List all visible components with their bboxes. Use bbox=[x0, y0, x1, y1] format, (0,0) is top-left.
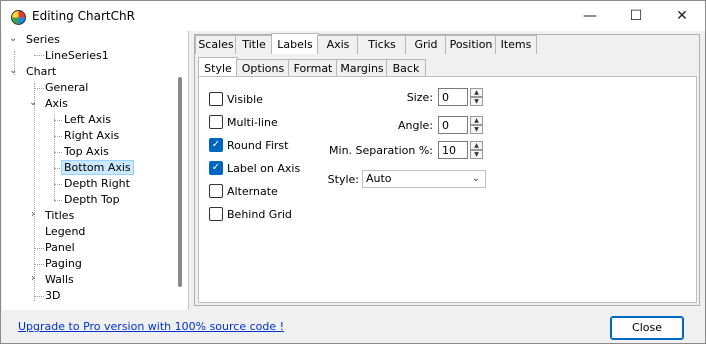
tree-item-walls[interactable]: Walls bbox=[45, 272, 74, 288]
multiline-label: Multi-line bbox=[227, 115, 278, 129]
tree-item-paging[interactable]: Paging bbox=[45, 256, 82, 272]
tree-item-top-axis[interactable]: Top Axis bbox=[64, 144, 109, 160]
tab-position[interactable]: Position bbox=[445, 35, 497, 54]
spin-down-icon: ▼ bbox=[470, 125, 483, 134]
checkbox-unchecked-icon bbox=[209, 184, 223, 198]
checkbox-unchecked-icon bbox=[209, 115, 223, 129]
round-first-label: Round First bbox=[227, 138, 289, 152]
spin-up-icon: ▲ bbox=[470, 116, 483, 125]
tab-labels[interactable]: Labels bbox=[271, 33, 319, 54]
spin-down-icon: ▼ bbox=[470, 150, 483, 159]
min-separation-input[interactable]: 10 bbox=[438, 141, 468, 159]
round-first-checkbox[interactable]: ✓ Round First bbox=[209, 138, 288, 152]
size-label: Size: bbox=[406, 91, 433, 104]
visible-checkbox[interactable]: Visible bbox=[209, 92, 263, 106]
tree-item-axis[interactable]: Axis bbox=[45, 96, 68, 112]
behind-grid-label: Behind Grid bbox=[227, 207, 292, 221]
spin-up-icon: ▲ bbox=[470, 141, 483, 150]
tree-item-general[interactable]: General bbox=[45, 80, 88, 96]
checkmark-icon: ✓ bbox=[209, 138, 223, 152]
angle-spinner[interactable]: ▲ ▼ bbox=[470, 116, 483, 134]
maximize-button[interactable]: ☐ bbox=[613, 1, 659, 31]
close-button[interactable]: Close bbox=[610, 316, 684, 340]
chart-app-icon bbox=[11, 10, 26, 25]
checkbox-unchecked-icon bbox=[209, 92, 223, 106]
spin-down-icon: ▼ bbox=[470, 97, 483, 106]
chevron-down-icon: ⌄ bbox=[471, 173, 480, 184]
angle-input[interactable]: 0 bbox=[438, 116, 468, 134]
label-on-axis-checkbox[interactable]: ✓ Label on Axis bbox=[209, 161, 300, 175]
spin-up-icon: ▲ bbox=[470, 88, 483, 97]
title-bar: Editing ChartChR — ☐ ✕ bbox=[1, 1, 705, 31]
tree-item-bottom-axis[interactable]: Bottom Axis bbox=[61, 160, 134, 176]
style-page: Visible Multi-line ✓ Round First ✓ Label… bbox=[198, 76, 697, 303]
min-separation-spinner[interactable]: ▲ ▼ bbox=[470, 141, 483, 159]
tree-item-left-axis[interactable]: Left Axis bbox=[64, 112, 111, 128]
label-on-axis-label: Label on Axis bbox=[227, 161, 301, 175]
tab-grid[interactable]: Grid bbox=[405, 35, 447, 54]
alternate-checkbox[interactable]: Alternate bbox=[209, 184, 278, 198]
tree-item-chart[interactable]: Chart bbox=[26, 64, 56, 80]
tree-item-titles[interactable]: Titles bbox=[45, 208, 74, 224]
subtab-style[interactable]: Style bbox=[198, 57, 238, 78]
tree-item-panel[interactable]: Panel bbox=[45, 240, 75, 256]
editor-tree: ⌄ Series LineSeries1 ⌄ Chart General ⌄ A… bbox=[2, 31, 189, 310]
checkmark-icon: ✓ bbox=[209, 161, 223, 175]
editor-window: Editing ChartChR — ☐ ✕ ⌄ Series LineSeri… bbox=[0, 0, 706, 344]
size-input[interactable]: 0 bbox=[438, 88, 468, 106]
expand-chevron-icon[interactable]: › bbox=[31, 273, 35, 284]
style-label: Style: bbox=[327, 173, 359, 186]
size-spinner[interactable]: ▲ ▼ bbox=[470, 88, 483, 106]
tab-title[interactable]: Title bbox=[235, 35, 273, 54]
tree-item-lineseries1[interactable]: LineSeries1 bbox=[45, 48, 109, 64]
collapse-chevron-icon[interactable]: ⌄ bbox=[9, 33, 17, 44]
angle-label: Angle: bbox=[397, 119, 433, 132]
behind-grid-checkbox[interactable]: Behind Grid bbox=[209, 207, 292, 221]
tab-items[interactable]: Items bbox=[495, 35, 537, 54]
expand-chevron-icon[interactable]: › bbox=[31, 209, 35, 220]
upgrade-link[interactable]: Upgrade to Pro version with 100% source … bbox=[18, 320, 284, 333]
min-separation-label: Min. Separation %: bbox=[329, 144, 433, 157]
close-window-button[interactable]: ✕ bbox=[659, 1, 705, 31]
tree-item-3d[interactable]: 3D bbox=[45, 288, 60, 304]
tab-ticks[interactable]: Ticks bbox=[357, 35, 407, 54]
style-select-value: Auto bbox=[366, 172, 392, 185]
collapse-chevron-icon[interactable]: ⌄ bbox=[29, 97, 37, 108]
visible-label: Visible bbox=[227, 92, 263, 106]
window-title: Editing ChartChR bbox=[32, 9, 135, 23]
tab-scales[interactable]: Scales bbox=[195, 35, 237, 54]
multiline-checkbox[interactable]: Multi-line bbox=[209, 115, 278, 129]
tree-item-legend[interactable]: Legend bbox=[45, 224, 85, 240]
tree-item-depth-top[interactable]: Depth Top bbox=[64, 192, 120, 208]
tree-scrollbar[interactable] bbox=[178, 77, 182, 287]
alternate-label: Alternate bbox=[227, 184, 278, 198]
checkbox-unchecked-icon bbox=[209, 207, 223, 221]
tree-item-series[interactable]: Series bbox=[26, 32, 60, 48]
tab-axis[interactable]: Axis bbox=[317, 35, 359, 54]
tree-item-depth-right[interactable]: Depth Right bbox=[64, 176, 130, 192]
tree-item-right-axis[interactable]: Right Axis bbox=[64, 128, 119, 144]
style-select[interactable]: Auto ⌄ bbox=[362, 170, 486, 188]
collapse-chevron-icon[interactable]: ⌄ bbox=[9, 65, 17, 76]
minimize-button[interactable]: — bbox=[567, 1, 613, 31]
